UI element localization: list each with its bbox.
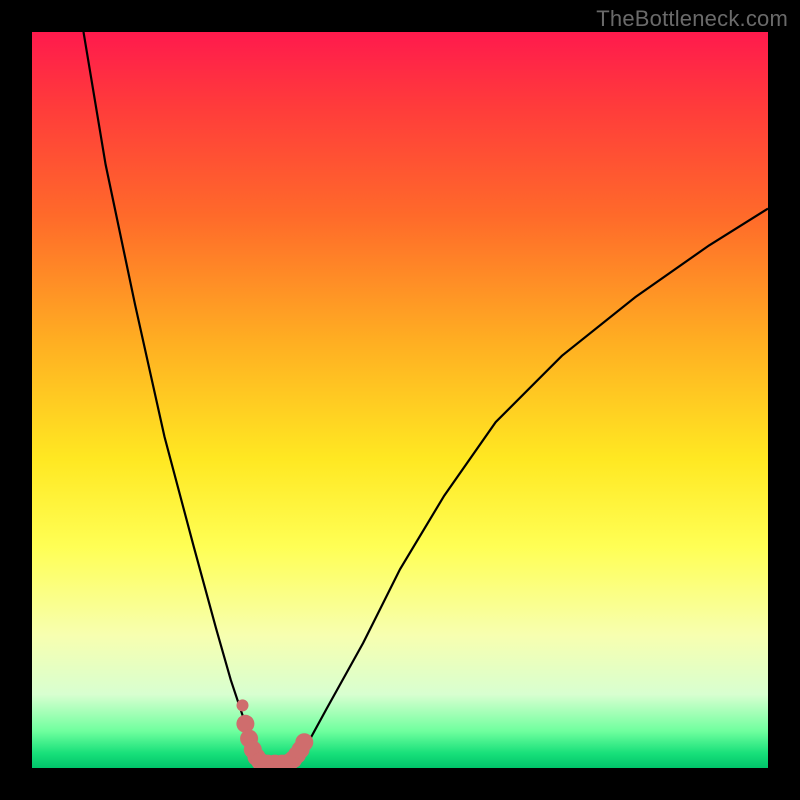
curve-layer <box>84 32 769 764</box>
chart-svg <box>32 32 768 768</box>
valley-highlight-dots <box>236 699 313 768</box>
watermark-text: TheBottleneck.com <box>596 6 788 32</box>
plot-area <box>32 32 768 768</box>
valley-dot <box>237 699 249 711</box>
bottleneck-curve-path <box>84 32 769 764</box>
outer-frame: TheBottleneck.com <box>0 0 800 800</box>
valley-dot <box>295 733 313 751</box>
